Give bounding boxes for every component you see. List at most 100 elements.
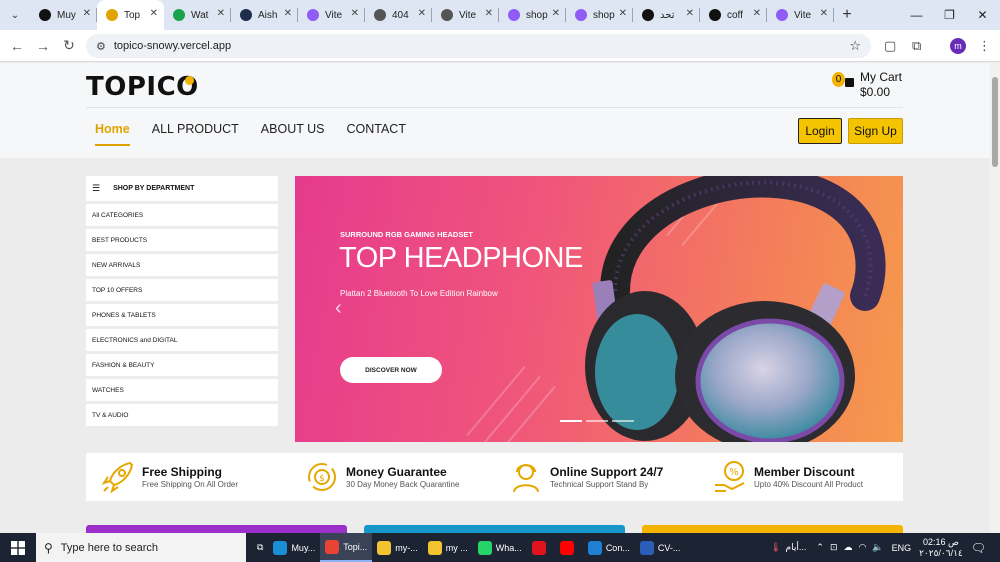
promo-card-blue[interactable] <box>364 525 625 533</box>
discover-now-button[interactable]: DISCOVER NOW <box>340 357 442 383</box>
signup-button[interactable]: Sign Up <box>848 118 903 144</box>
profile-avatar[interactable]: m <box>950 38 966 54</box>
tray-chevron-icon[interactable]: ⌃ <box>816 542 824 553</box>
promo-card-yellow[interactable] <box>642 525 903 533</box>
taskbar-app[interactable]: my ... <box>423 533 473 562</box>
task-view-icon[interactable]: ⧉ <box>252 533 268 562</box>
notifications-icon[interactable]: 🗨 <box>971 541 986 555</box>
slider-dot[interactable] <box>560 420 582 422</box>
extension-icon[interactable]: ▢ <box>884 38 896 54</box>
cloud-icon[interactable]: ☁ <box>843 542 852 553</box>
browser-tab[interactable]: Aish ✕ <box>231 0 298 30</box>
forward-button[interactable]: → <box>30 38 56 54</box>
browser-tab[interactable]: 404 ✕ <box>365 0 432 30</box>
taskbar-app[interactable]: Muy... <box>268 533 320 562</box>
category-item[interactable]: NEW ARRIVALS <box>86 254 278 276</box>
close-tab-icon[interactable]: ✕ <box>552 8 560 19</box>
category-item[interactable]: WATCHES <box>86 379 278 401</box>
browser-tab[interactable]: shop ✕ <box>499 0 566 30</box>
nav-link-about-us[interactable]: ABOUT US <box>261 122 325 146</box>
category-item[interactable]: ELECTRONICS and DIGITAL <box>86 329 278 351</box>
slider-dot[interactable] <box>586 420 608 422</box>
close-tab-icon[interactable]: ✕ <box>284 8 292 19</box>
slider-dot[interactable] <box>612 420 634 422</box>
taskbar-app[interactable] <box>555 533 583 562</box>
network-icon[interactable]: ⊡ <box>830 542 838 553</box>
windows-start-icon[interactable] <box>0 533 36 562</box>
taskbar-app[interactable]: Wha... <box>473 533 527 562</box>
vite-icon <box>776 9 788 21</box>
close-tab-icon[interactable]: ✕ <box>820 8 828 19</box>
close-tab-icon[interactable]: ✕ <box>418 8 426 19</box>
category-item[interactable]: TV & AUDIO <box>86 404 278 426</box>
taskbar-app[interactable]: Topi... <box>320 533 373 562</box>
close-tab-icon[interactable]: ✕ <box>83 8 91 19</box>
back-button[interactable]: ← <box>4 38 30 54</box>
shop-by-department-header[interactable]: ☰ SHOP BY DEPARTMENT <box>86 176 278 201</box>
category-item[interactable]: TOP 10 OFFERS <box>86 279 278 301</box>
close-tab-icon[interactable]: ✕ <box>217 8 225 19</box>
taskbar-app[interactable]: Con... <box>583 533 635 562</box>
close-tab-icon[interactable]: ✕ <box>686 8 694 19</box>
browser-tab[interactable]: Vite ✕ <box>767 0 834 30</box>
cart-count-badge: 0 <box>832 72 845 87</box>
taskbar-app[interactable] <box>527 533 555 562</box>
language-indicator[interactable]: ENG <box>892 543 912 553</box>
close-tab-icon[interactable]: ✕ <box>150 8 158 19</box>
category-item[interactable]: PHONES & TABLETS <box>86 304 278 326</box>
browser-tab[interactable]: Top ✕ <box>97 0 164 30</box>
category-item[interactable]: FASHION & BEAUTY <box>86 354 278 376</box>
wifi-icon[interactable]: ◠ <box>858 542 866 553</box>
url-omnibox[interactable]: ⚙ topico-snowy.vercel.app ☆ <box>86 34 871 58</box>
login-button[interactable]: Login <box>798 118 842 144</box>
taskbar-app[interactable]: my-... <box>372 533 423 562</box>
folder-icon <box>427 540 442 555</box>
banner-prev-arrow-icon[interactable]: ‹ <box>335 297 342 320</box>
nav-link-home[interactable]: Home <box>95 122 130 146</box>
feature-item: % Member Discount Upto 40% Discount All Pr… <box>698 453 902 501</box>
new-tab-button[interactable]: + <box>834 6 860 24</box>
volume-icon[interactable]: 🔈 <box>872 542 883 553</box>
tab-search-button[interactable]: ⌄ <box>0 0 30 30</box>
taskbar-app[interactable]: CV-... <box>635 533 686 562</box>
browser-tab[interactable]: shop ✕ <box>566 0 633 30</box>
promo-card-purple[interactable] <box>86 525 347 533</box>
feature-title: Member Discount <box>754 465 855 479</box>
scrollbar-thumb[interactable] <box>992 77 998 167</box>
close-tab-icon[interactable]: ✕ <box>753 8 761 19</box>
taskbar-search-box[interactable]: ⚲ Type here to search <box>36 533 246 562</box>
reload-button[interactable]: ↻ <box>56 37 82 54</box>
cart-widget[interactable]: 0 My Cart $0.00 <box>832 70 902 100</box>
category-item[interactable]: All CATEGORIES <box>86 204 278 226</box>
weather-text[interactable]: أيام... <box>786 542 807 553</box>
site-info-icon[interactable]: ⚙ <box>96 40 106 53</box>
close-tab-icon[interactable]: ✕ <box>351 8 359 19</box>
vite-icon <box>508 9 520 21</box>
maximize-button[interactable]: ❐ <box>933 0 966 30</box>
weather-icon[interactable]: 🌡 <box>770 542 781 553</box>
nav-link-contact[interactable]: CONTACT <box>346 122 406 146</box>
browser-tab[interactable]: Muy ✕ <box>30 0 97 30</box>
close-window-button[interactable]: ✕ <box>966 0 999 30</box>
site-header: TOPICO 0 My Cart $0.00 Home ALL PRODUCT AB… <box>0 63 990 158</box>
close-tab-icon[interactable]: ✕ <box>485 8 493 19</box>
browser-menu-icon[interactable]: ⋮ <box>978 38 991 54</box>
nav-link-all-product[interactable]: ALL PRODUCT <box>152 122 239 146</box>
close-tab-icon[interactable]: ✕ <box>619 8 627 19</box>
minimize-button[interactable]: — <box>900 0 933 30</box>
browser-tab[interactable]: coff ✕ <box>700 0 767 30</box>
windows-taskbar: ⚲ Type here to search ⧉ Muy... Topi... my-… <box>0 533 1000 562</box>
bookmark-star-icon[interactable]: ☆ <box>849 38 861 54</box>
clock[interactable]: 02:16 ص ٢٠٢٥/٠٦/١٤ <box>919 537 963 559</box>
browser-tab[interactable]: Vite ✕ <box>432 0 499 30</box>
feature-item: $ Money Guarantee 30 Day Money Back Quaran… <box>290 453 494 501</box>
browser-tab[interactable]: Vite ✕ <box>298 0 365 30</box>
browser-tab[interactable]: Wat ✕ <box>164 0 231 30</box>
site-logo[interactable]: TOPICO <box>86 72 199 102</box>
url-text[interactable]: topico-snowy.vercel.app <box>114 40 231 52</box>
feature-title: Money Guarantee <box>346 465 447 479</box>
category-item[interactable]: BEST PRODUCTS <box>86 229 278 251</box>
page-scrollbar[interactable] <box>990 63 1000 533</box>
extensions-puzzle-icon[interactable]: ⧉ <box>912 38 921 54</box>
browser-tab[interactable]: تحد ✕ <box>633 0 700 30</box>
